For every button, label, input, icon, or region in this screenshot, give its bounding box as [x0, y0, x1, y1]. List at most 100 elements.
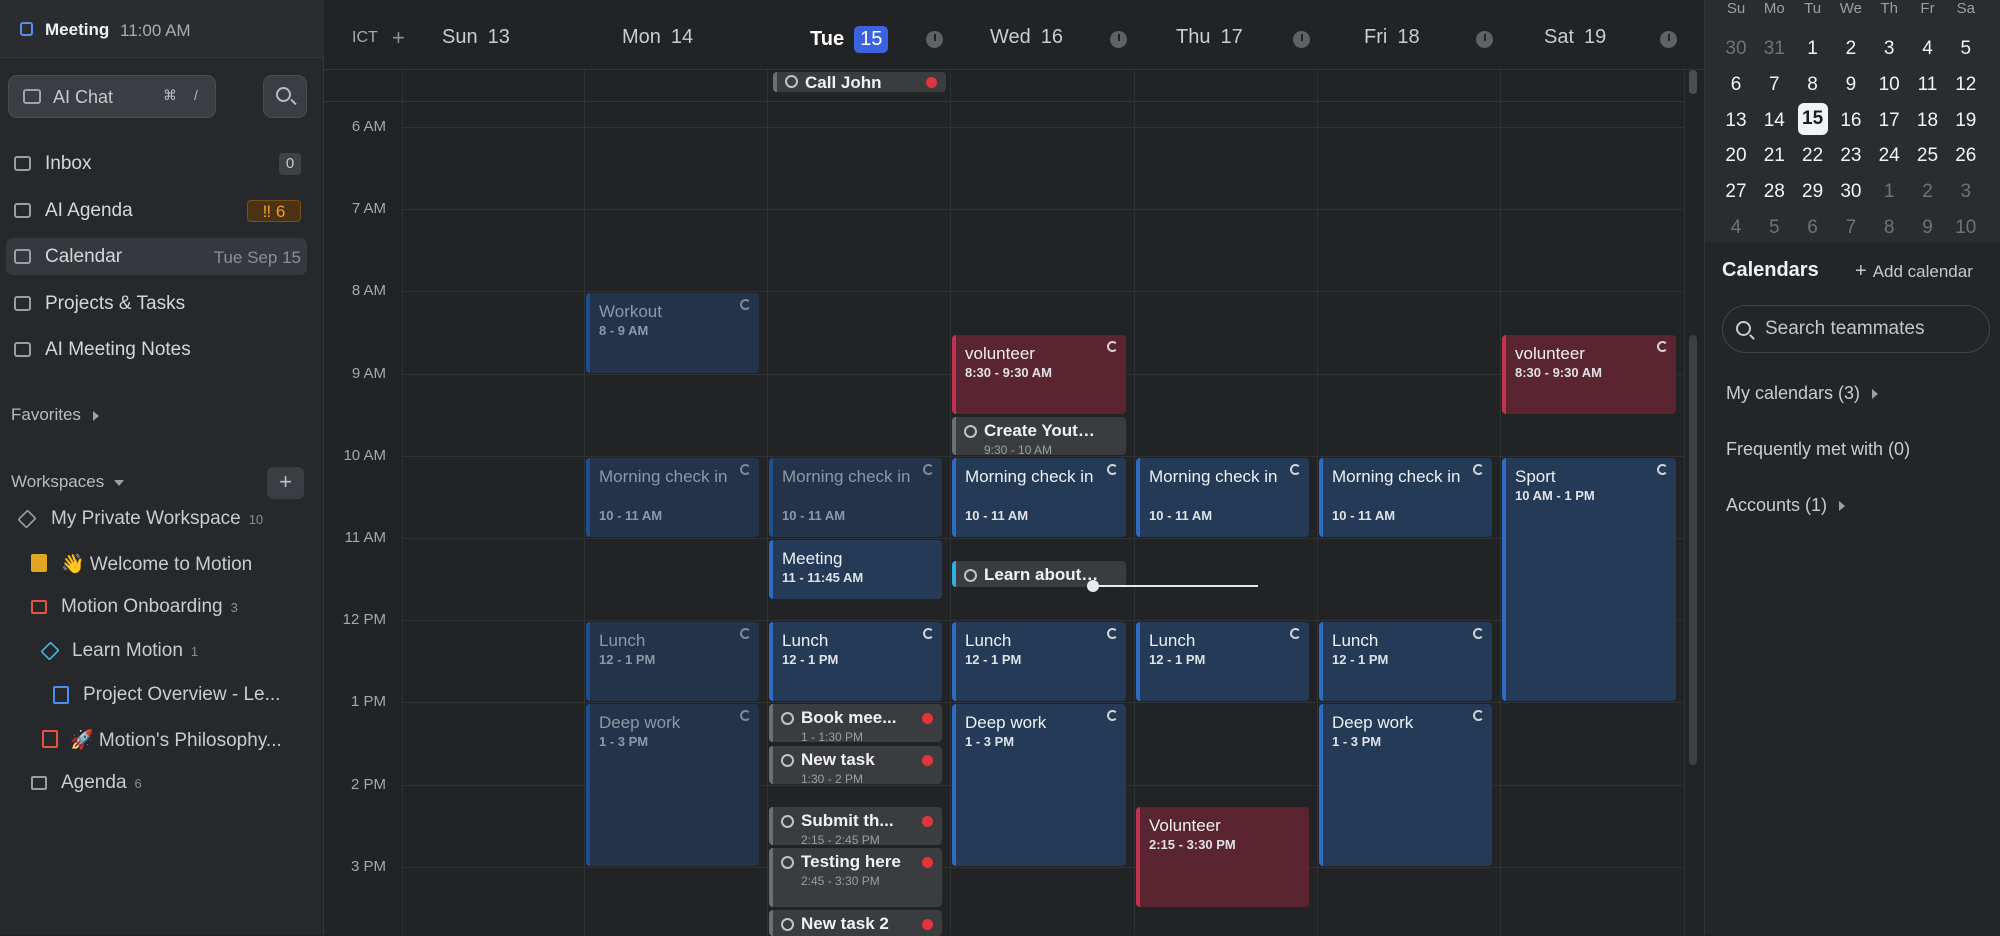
project-item[interactable]: Learn Motion 1	[40, 634, 309, 668]
add-timezone-button[interactable]: +	[392, 25, 405, 51]
doc-item[interactable]: 🚀 Motion's Philosophy...	[42, 722, 309, 756]
doc-item[interactable]: 👋 Welcome to Motion	[31, 546, 309, 580]
mini-calendar-day[interactable]: 2	[1832, 38, 1870, 60]
mini-calendar-day[interactable]: 7	[1832, 217, 1870, 239]
workspace-item[interactable]: My Private Workspace 10	[17, 502, 309, 536]
mini-calendar-day[interactable]: 2	[1909, 181, 1947, 203]
task-checkbox-icon[interactable]	[785, 75, 798, 88]
mini-calendar-day[interactable]: 23	[1832, 145, 1870, 167]
calendar-event[interactable]: Morning check in 10 - 11 AM	[952, 457, 1126, 537]
calendar-event[interactable]: Morning check in 10 - 11 AM	[1319, 457, 1492, 537]
search-button[interactable]	[263, 75, 307, 118]
day-header-mon[interactable]: Mon 14	[622, 26, 693, 49]
mini-calendar-day[interactable]: 5	[1755, 217, 1793, 239]
doc-item[interactable]: Project Overview - Le...	[53, 678, 309, 712]
task-block[interactable]: Submit th... 2:15 - 2:45 PM	[769, 807, 942, 846]
mini-calendar-day[interactable]: 9	[1909, 217, 1947, 239]
mini-calendar-day[interactable]: 20	[1717, 145, 1755, 167]
task-checkbox-icon[interactable]	[781, 917, 794, 931]
calendar-event[interactable]: Volunteer 2:15 - 3:30 PM	[1136, 807, 1309, 907]
accounts-toggle[interactable]: Accounts (1)	[1726, 495, 1846, 516]
mini-calendar-today[interactable]: 15	[1797, 102, 1828, 135]
folder-item[interactable]: Motion Onboarding 3	[31, 590, 309, 624]
mini-calendar-day[interactable]: 10	[1947, 217, 1985, 239]
mini-calendar-day[interactable]: 7	[1755, 74, 1793, 96]
mini-calendar-day[interactable]: 19	[1947, 110, 1985, 132]
mini-calendar-day[interactable]: 24	[1870, 145, 1908, 167]
calendar-event[interactable]: Lunch 12 - 1 PM	[586, 622, 759, 702]
ai-chat-button[interactable]: AI Chat ⌘ /	[8, 75, 216, 118]
task-block[interactable]: Learn about M...	[952, 560, 1126, 587]
mini-calendar-day[interactable]: 29	[1794, 181, 1832, 203]
mini-calendar-day[interactable]: 17	[1870, 110, 1908, 132]
mini-calendar-day[interactable]: 14	[1755, 110, 1793, 132]
my-calendars-toggle[interactable]: My calendars (3)	[1726, 383, 1879, 404]
mini-calendar-day[interactable]: 4	[1717, 217, 1755, 239]
task-checkbox-icon[interactable]	[964, 424, 977, 438]
search-teammates-input[interactable]	[1763, 314, 1978, 344]
day-header-sat[interactable]: Sat 19	[1544, 26, 1606, 49]
task-block[interactable]: New task 2	[769, 909, 942, 936]
mini-calendar-day[interactable]: 6	[1717, 74, 1755, 96]
mini-calendar-day[interactable]: 30	[1832, 181, 1870, 203]
task-block[interactable]: New task 1:30 - 2 PM	[769, 745, 942, 784]
mini-calendar-day[interactable]: 11	[1909, 74, 1947, 96]
mini-calendar-day[interactable]: 25	[1909, 145, 1947, 167]
add-calendar-button[interactable]: + Add calendar	[1855, 260, 1973, 283]
mini-calendar-day[interactable]: 4	[1909, 38, 1947, 60]
clock-icon[interactable]	[1110, 31, 1127, 48]
mini-calendar-day[interactable]: 13	[1717, 110, 1755, 132]
mini-calendar-day[interactable]: 27	[1717, 181, 1755, 203]
mini-calendar-day[interactable]: 16	[1832, 110, 1870, 132]
favorites-toggle[interactable]: Favorites	[11, 405, 99, 425]
calendar-event[interactable]: Morning check in 10 - 11 AM	[769, 457, 942, 537]
calendar-scrollbar[interactable]	[1688, 70, 1698, 935]
mini-calendar-day[interactable]: 21	[1755, 145, 1793, 167]
mini-calendar-day[interactable]: 30	[1717, 38, 1755, 60]
sidebar-item-ai-meeting-notes[interactable]: AI Meeting Notes	[6, 331, 307, 368]
task-block[interactable]: Create Youtub... 9:30 - 10 AM	[952, 416, 1126, 455]
day-header-thu[interactable]: Thu 17	[1176, 26, 1243, 49]
calendar-event[interactable]: Workout 8 - 9 AM	[586, 293, 759, 373]
calendar-event[interactable]: volunteer 8:30 - 9:30 AM	[1502, 334, 1676, 414]
mini-calendar-day[interactable]: 3	[1870, 38, 1908, 60]
task-block[interactable]: Testing here 2:45 - 3:30 PM	[769, 848, 942, 907]
day-header-tue[interactable]: Tue 15	[810, 26, 889, 53]
mini-calendar-day[interactable]: 31	[1755, 38, 1793, 60]
workspaces-toggle[interactable]: Workspaces	[11, 472, 125, 492]
task-checkbox-icon[interactable]	[781, 856, 794, 870]
day-header-sun[interactable]: Sun 13	[442, 26, 510, 49]
calendar-event[interactable]: Deep work 1 - 3 PM	[1319, 704, 1492, 866]
clock-icon[interactable]	[1660, 31, 1677, 48]
search-teammates-field[interactable]	[1722, 305, 1990, 353]
all-day-task[interactable]: Call John	[773, 72, 946, 92]
mini-calendar-day[interactable]: 22	[1794, 145, 1832, 167]
mini-calendar-day[interactable]: 1	[1870, 181, 1908, 203]
task-checkbox-icon[interactable]	[781, 753, 794, 767]
clock-icon[interactable]	[1476, 31, 1493, 48]
calendar-event[interactable]: Lunch 12 - 1 PM	[952, 622, 1126, 702]
mini-calendar-day[interactable]: 8	[1870, 217, 1908, 239]
frequently-met-toggle[interactable]: Frequently met with (0)	[1726, 439, 1910, 460]
mini-calendar-day[interactable]: 3	[1947, 181, 1985, 203]
mini-calendar-day[interactable]: 10	[1870, 74, 1908, 96]
calendar-event[interactable]: Lunch 12 - 1 PM	[769, 622, 942, 702]
add-workspace-button[interactable]: +	[267, 467, 304, 499]
day-header-wed[interactable]: Wed 16	[990, 26, 1063, 49]
folder-item[interactable]: Agenda 6	[31, 766, 309, 800]
task-block[interactable]: Book mee... 1 - 1:30 PM	[769, 704, 942, 743]
clock-icon[interactable]	[1293, 31, 1310, 48]
sidebar-item-projects-tasks[interactable]: Projects & Tasks	[6, 285, 307, 322]
calendar-event[interactable]: Morning check in 10 - 11 AM	[1136, 457, 1309, 537]
mini-calendar-day[interactable]: 5	[1947, 38, 1985, 60]
task-checkbox-icon[interactable]	[964, 568, 977, 582]
calendar-event[interactable]: Deep work 1 - 3 PM	[952, 704, 1126, 866]
calendar-event[interactable]: Sport 10 AM - 1 PM	[1502, 457, 1676, 702]
task-checkbox-icon[interactable]	[781, 712, 794, 726]
calendar-event[interactable]: Morning check in 10 - 11 AM	[586, 457, 759, 537]
mini-calendar-day[interactable]: 26	[1947, 145, 1985, 167]
calendar-event[interactable]: volunteer 8:30 - 9:30 AM	[952, 334, 1126, 414]
calendar-event[interactable]: Meeting 11 - 11:45 AM	[769, 540, 942, 599]
calendar-event[interactable]: Lunch 12 - 1 PM	[1136, 622, 1309, 702]
task-checkbox-icon[interactable]	[781, 815, 794, 829]
